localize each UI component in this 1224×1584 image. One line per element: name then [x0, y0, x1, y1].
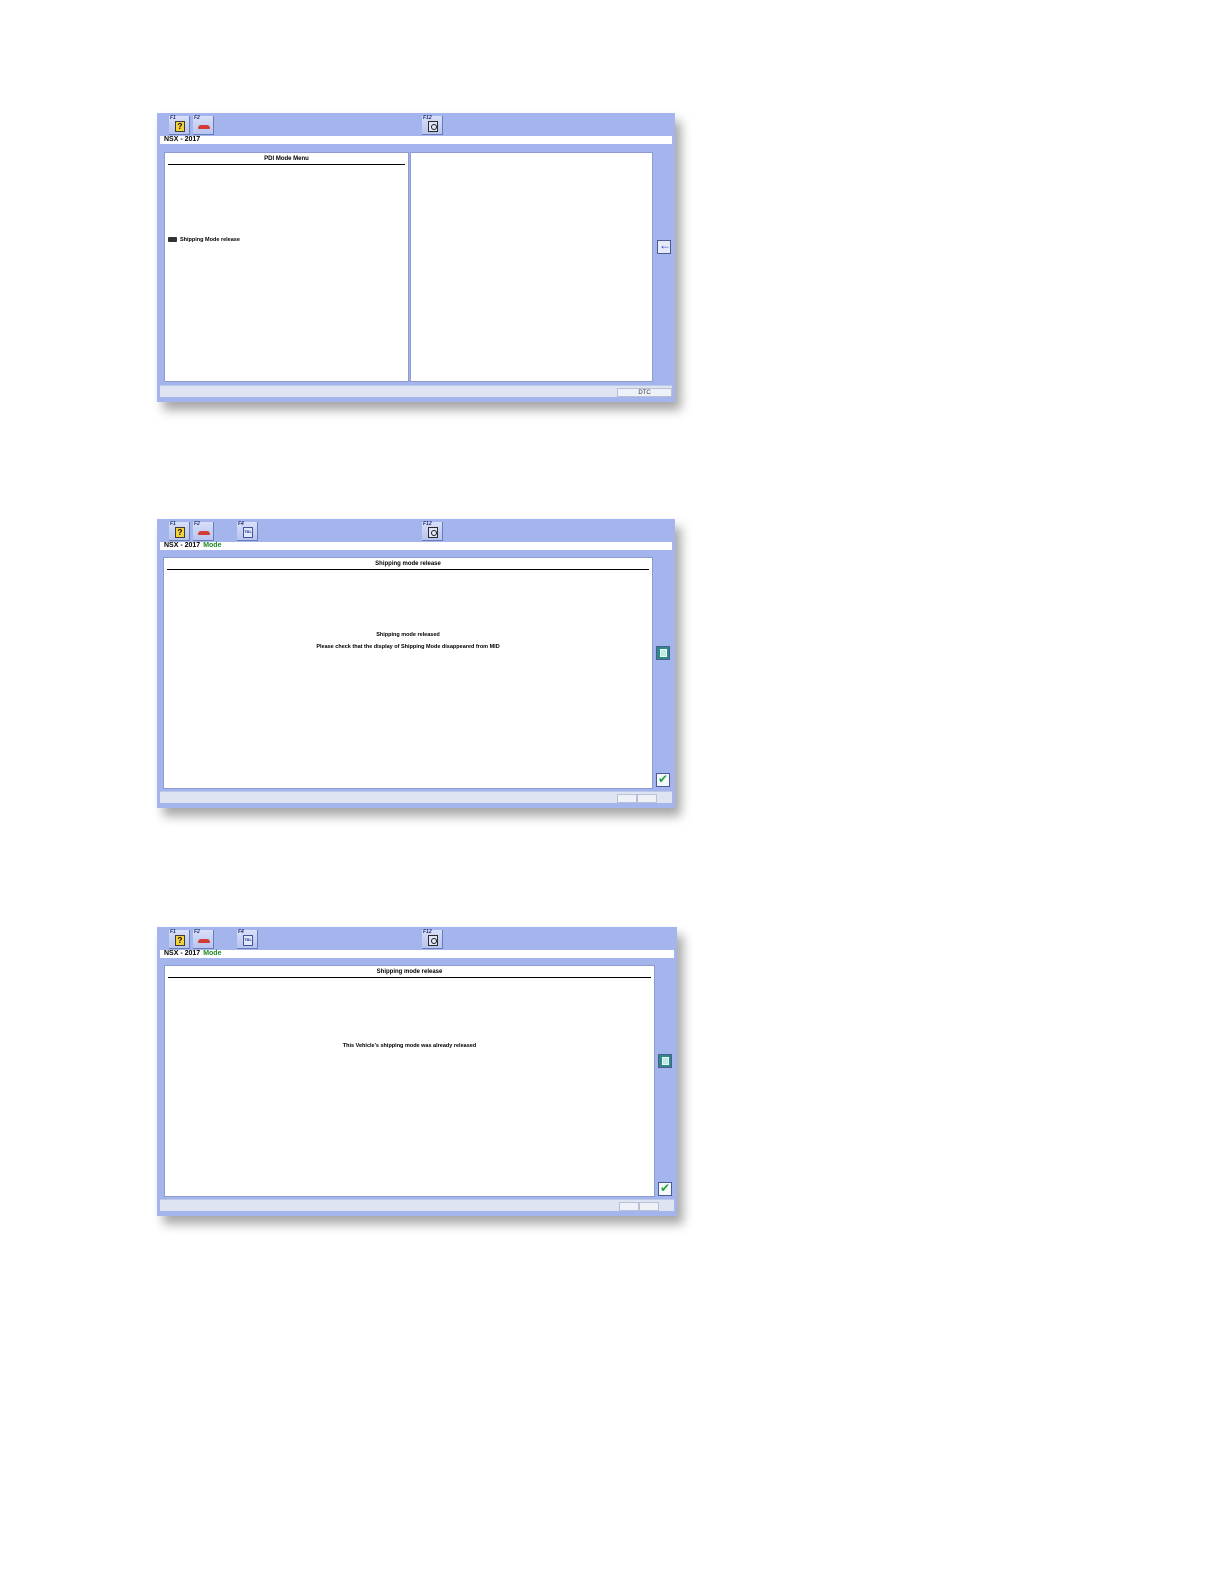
- back-button[interactable]: [657, 238, 671, 254]
- panel-title: PDI Mode Menu: [168, 155, 405, 165]
- monitor-icon: TBL: [243, 935, 253, 946]
- status-cell-1: [617, 794, 637, 803]
- vehicle-name: NSX - 2017: [164, 950, 201, 957]
- f2-vehicle-button[interactable]: F2: [193, 929, 214, 949]
- info-button[interactable]: [656, 646, 670, 660]
- zoom-icon: [428, 527, 438, 538]
- f1-help-button[interactable]: F1 ?: [169, 521, 190, 541]
- f2-vehicle-button[interactable]: F2: [193, 521, 214, 541]
- message-line-1: Shipping mode released: [376, 632, 440, 638]
- status-cell-2: [637, 794, 657, 803]
- vehicle-name: NSX - 2017: [164, 542, 201, 549]
- message-line-2: Please check that the display of Shippin…: [316, 644, 500, 650]
- vehicle-title-bar: NSX - 2017: [160, 136, 672, 144]
- window-shipping-mode-released: F1 ? F2 F4 TBL F12 NSX - 2017 Mode Shippi…: [157, 519, 675, 808]
- status-bar: DTC: [160, 385, 672, 397]
- car-icon: [198, 527, 210, 538]
- info-button[interactable]: [658, 1054, 672, 1068]
- connector-icon: [168, 237, 177, 243]
- f12-zoom-button[interactable]: F12: [422, 521, 443, 541]
- message-panel: Shipping mode release This Vehicle’s shi…: [164, 965, 655, 1197]
- mode-label: Mode: [203, 542, 222, 549]
- menu-item-label: Shipping Mode release: [180, 237, 240, 243]
- toolbar: F1 ? F2 F4 TBL F12: [157, 519, 675, 541]
- help-icon: ?: [175, 935, 185, 946]
- detail-panel: [410, 152, 653, 382]
- f12-zoom-button[interactable]: F12: [422, 115, 443, 135]
- f4-monitor-button[interactable]: F4 TBL: [237, 521, 258, 541]
- vehicle-name: NSX - 2017: [164, 136, 201, 143]
- f1-help-button[interactable]: F1 ?: [169, 929, 190, 949]
- dtc-status: DTC: [617, 388, 672, 397]
- status-bar: [160, 1199, 674, 1211]
- menu-panel: PDI Mode Menu Shipping Mode release: [164, 152, 409, 382]
- window-pdi-mode-menu: F1 ? F2 F12 NSX - 2017 PDI Mode Menu Shi…: [157, 113, 675, 402]
- ok-button[interactable]: [656, 772, 670, 787]
- car-icon: [198, 935, 210, 946]
- menu-item-shipping-mode-release[interactable]: Shipping Mode release: [168, 237, 240, 243]
- monitor-icon: TBL: [243, 527, 253, 538]
- toolbar: F1 ? F2 F12: [157, 113, 675, 135]
- zoom-icon: [428, 935, 438, 946]
- message-line-1: This Vehicle’s shipping mode was already…: [342, 1043, 477, 1049]
- help-icon: ?: [175, 527, 185, 538]
- panel-title: Shipping mode release: [168, 968, 651, 978]
- vehicle-title-bar: NSX - 2017 Mode: [160, 542, 672, 550]
- panel-title: Shipping mode release: [167, 560, 649, 570]
- vehicle-title-bar: NSX - 2017 Mode: [160, 950, 674, 958]
- message-panel: Shipping mode release Shipping mode rele…: [163, 557, 653, 789]
- ok-button[interactable]: [658, 1181, 672, 1196]
- help-icon: ?: [175, 121, 185, 132]
- f12-zoom-button[interactable]: F12: [422, 929, 443, 949]
- status-cell-1: [619, 1202, 639, 1211]
- car-icon: [198, 121, 210, 132]
- zoom-icon: [428, 121, 438, 132]
- status-bar: [160, 791, 672, 803]
- toolbar: F1 ? F2 F4 TBL F12: [157, 927, 677, 949]
- window-shipping-mode-already-released: F1 ? F2 F4 TBL F12 NSX - 2017 Mode Shippi…: [157, 927, 677, 1216]
- f2-vehicle-button[interactable]: F2: [193, 115, 214, 135]
- status-cell-2: [639, 1202, 659, 1211]
- mode-label: Mode: [203, 950, 222, 957]
- f1-help-button[interactable]: F1 ?: [169, 115, 190, 135]
- f4-monitor-button[interactable]: F4 TBL: [237, 929, 258, 949]
